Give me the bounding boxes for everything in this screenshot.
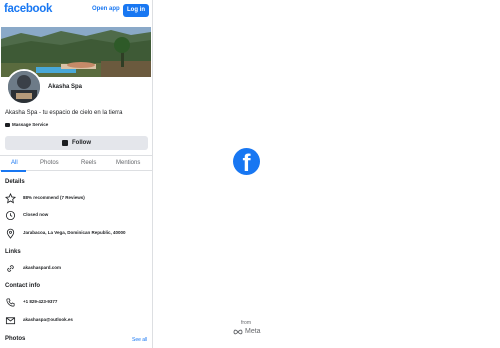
address-row[interactable]: Jarabacoa, La Vega, Dominican Republic, … (5, 227, 148, 239)
tab-reels[interactable]: Reels (81, 160, 96, 166)
open-app-link[interactable]: Open app (92, 6, 120, 12)
category-label: Massage Service (12, 122, 49, 127)
phone-text[interactable]: +1 829-423-9377 (23, 299, 57, 304)
clock-icon (5, 210, 16, 220)
facebook-f-logo-icon: f (233, 148, 260, 175)
location-pin-icon (6, 228, 15, 239)
meta-label: Meta (245, 328, 261, 335)
email-row[interactable]: akashaspa@outlook.es (5, 314, 148, 326)
website-row[interactable]: akashaspard.com (5, 262, 148, 274)
details-title: Details (5, 179, 25, 185)
from-label: from (241, 320, 251, 326)
recommend-row: 88% recommend (7 Reviews) (5, 192, 148, 204)
recommend-text: 88% recommend (7 Reviews) (23, 195, 85, 200)
briefcase-icon (5, 122, 10, 127)
mail-icon (5, 316, 16, 324)
splash-area (153, 0, 500, 348)
phone-row[interactable]: +1 829-423-9377 (5, 296, 148, 308)
top-bar: facebook Open app Log in (0, 0, 152, 21)
profile-tabs: All Photos Reels Mentions (0, 155, 152, 172)
tab-mentions[interactable]: Mentions (116, 160, 140, 166)
tab-all[interactable]: All (11, 160, 18, 166)
follow-label: Follow (72, 140, 91, 146)
hours-text: Closed now (23, 212, 49, 217)
phone-icon (6, 297, 15, 307)
page-name: Akasha Spa (48, 84, 83, 90)
star-icon (5, 192, 16, 203)
avatar[interactable] (6, 69, 42, 105)
links-title: Links (5, 249, 21, 255)
photos-title: Photos (5, 336, 26, 342)
follow-button[interactable]: Follow (5, 136, 148, 150)
link-icon (7, 264, 14, 272)
profile-panel: facebook Open app Log in Akasha Spa Akas… (0, 0, 153, 348)
facebook-logo[interactable]: facebook (4, 3, 52, 15)
hours-row: Closed now (5, 209, 148, 221)
meta-brand: Meta (233, 328, 261, 335)
see-all-photos-link[interactable]: See all (132, 337, 147, 343)
active-tab-indicator (1, 170, 26, 172)
contact-title: Contact info (5, 283, 40, 289)
address-text: Jarabacoa, La Vega, Dominican Republic, … (23, 230, 126, 235)
website-link[interactable]: akashaspard.com (23, 265, 61, 270)
follow-icon (62, 140, 68, 146)
meta-infinity-icon (233, 329, 243, 334)
email-text[interactable]: akashaspa@outlook.es (23, 317, 73, 322)
page-bio: Akasha Spa - tu espacio de cielo en la t… (5, 110, 123, 116)
tab-photos[interactable]: Photos (40, 160, 59, 166)
login-button[interactable]: Log in (123, 4, 149, 17)
page-category: Massage Service (5, 122, 48, 127)
